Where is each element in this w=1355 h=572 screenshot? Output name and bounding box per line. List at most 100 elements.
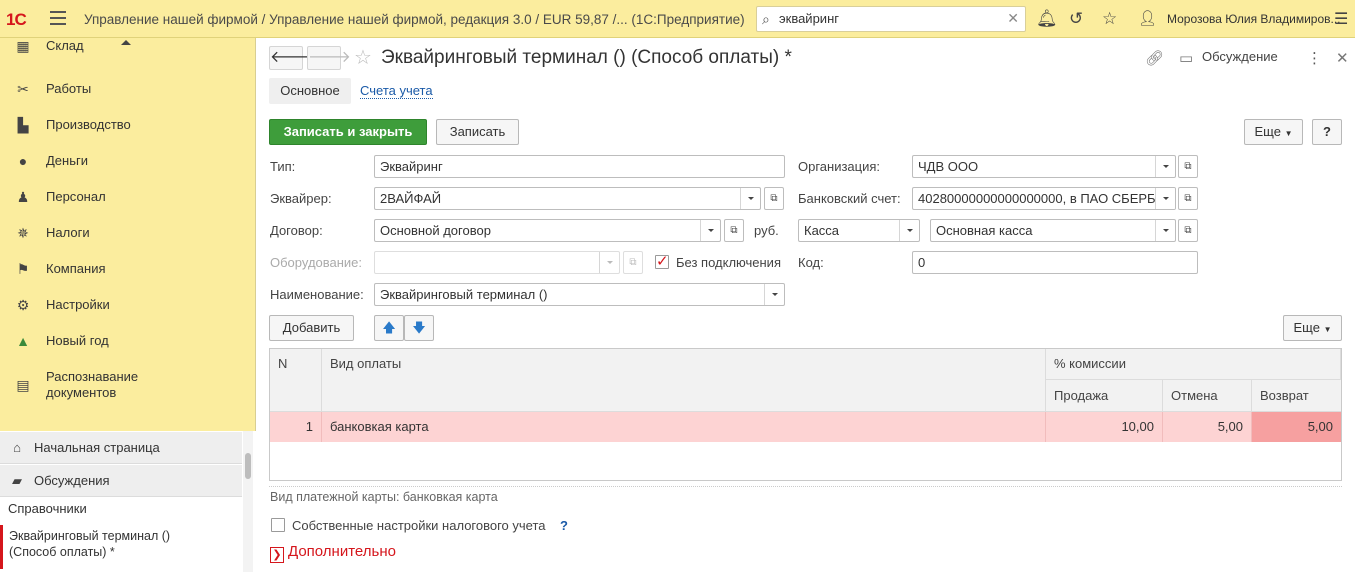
organization-dropdown-icon[interactable] bbox=[1155, 156, 1175, 177]
acquirer-dropdown-icon[interactable] bbox=[740, 188, 760, 209]
open-window-item[interactable]: Эквайринговый терминал () (Способ оплаты… bbox=[0, 525, 242, 569]
sidebar-item-production[interactable]: ▙ Производство bbox=[0, 107, 240, 143]
gear-icon: ⚙ bbox=[16, 296, 30, 313]
no-connection-checkbox[interactable] bbox=[655, 252, 669, 270]
search-box[interactable]: ⌕ ✕ bbox=[756, 6, 1026, 32]
cell-n[interactable]: 1 bbox=[270, 412, 322, 442]
close-icon[interactable]: ✕ bbox=[1336, 49, 1349, 67]
back-button[interactable]: 🡐 bbox=[269, 46, 313, 70]
cash-type-dropdown-icon[interactable] bbox=[899, 220, 919, 241]
sidebar-item-money[interactable]: ● Деньги bbox=[0, 143, 240, 179]
type-field[interactable]: Эквайринг bbox=[374, 155, 785, 178]
bank-account-open-button[interactable]: ⧉ bbox=[1178, 187, 1198, 210]
scroll-thumb[interactable] bbox=[245, 453, 251, 479]
contract-dropdown-icon[interactable] bbox=[700, 220, 720, 241]
people-icon: ♟ bbox=[16, 188, 30, 205]
no-connection-label[interactable]: Без подключения bbox=[676, 255, 781, 270]
name-dropdown-icon[interactable] bbox=[764, 284, 784, 305]
sidebar-item-recognition[interactable]: ▤ Распознавание документов bbox=[0, 365, 240, 405]
bank-account-field[interactable]: 40280000000000000000, в ПАО СБЕРБАНК bbox=[912, 187, 1176, 210]
column-header-n[interactable]: N bbox=[270, 349, 322, 412]
sidebar-item-works[interactable]: ✂ Работы bbox=[0, 71, 240, 107]
save-button[interactable]: Записать bbox=[436, 119, 519, 145]
favorite-star-icon[interactable]: ☆ bbox=[354, 45, 372, 70]
currency-label: руб. bbox=[754, 223, 779, 238]
app-title: Управление нашей фирмой / Управление наш… bbox=[84, 12, 745, 27]
tab-accounts[interactable]: Счета учета bbox=[360, 84, 433, 99]
additional-section-toggle[interactable]: ❯ Дополнительно bbox=[270, 543, 396, 563]
help-button[interactable]: ? bbox=[1312, 119, 1342, 145]
sidebar-item-taxes[interactable]: ✵ Налоги bbox=[0, 215, 240, 251]
name-field[interactable]: Эквайринговый терминал () bbox=[374, 283, 785, 306]
equipment-open-button: ⧉ bbox=[623, 251, 643, 274]
cell-payment-type[interactable]: банковкая карта bbox=[322, 412, 1046, 442]
organization-open-button[interactable]: ⧉ bbox=[1178, 155, 1198, 178]
settings-menu-icon[interactable]: ☰ bbox=[1334, 9, 1348, 29]
more-button[interactable]: Еще ▼ bbox=[1244, 119, 1303, 145]
own-tax-settings-checkbox[interactable] bbox=[271, 518, 285, 532]
sidebar-item-new-year[interactable]: ▲ Новый год bbox=[0, 323, 240, 359]
column-header-refund[interactable]: Возврат bbox=[1252, 380, 1341, 412]
sidebar-item-warehouse[interactable]: ▦ Склад bbox=[0, 38, 240, 64]
cash-desk-field[interactable]: Основная касса bbox=[930, 219, 1176, 242]
tab-main[interactable]: Основное bbox=[269, 78, 351, 104]
table-more-button[interactable]: Еще ▼ bbox=[1283, 315, 1342, 341]
code-field[interactable]: 0 bbox=[912, 251, 1198, 274]
user-icon[interactable]: 👤︎ bbox=[1138, 9, 1157, 27]
acquirer-field[interactable]: 2ВАЙФАЙ bbox=[374, 187, 761, 210]
more-actions-icon[interactable]: ⋮ bbox=[1307, 49, 1322, 67]
column-header-cancel[interactable]: Отмена bbox=[1163, 380, 1252, 412]
menu-icon[interactable] bbox=[50, 11, 66, 25]
chevron-right-icon: ❯ bbox=[270, 547, 284, 563]
column-header-commission[interactable]: % комиссии bbox=[1046, 349, 1341, 380]
cell-refund[interactable]: 5,00 bbox=[1252, 412, 1341, 442]
own-tax-settings-label[interactable]: Собственные настройки налогового учета bbox=[292, 518, 546, 533]
nav-scrollbar[interactable] bbox=[243, 431, 253, 572]
cash-desk-dropdown-icon[interactable] bbox=[1155, 220, 1175, 241]
sidebar-item-settings[interactable]: ⚙ Настройки bbox=[0, 287, 240, 323]
discussion-icon[interactable]: ▭ bbox=[1179, 49, 1193, 67]
bank-account-dropdown-icon[interactable] bbox=[1155, 188, 1175, 209]
flag-icon: ⚑ bbox=[16, 260, 30, 277]
move-down-button[interactable]: 🡇 bbox=[404, 315, 434, 341]
forward-button[interactable]: 🡒 bbox=[307, 46, 351, 70]
favorites-icon[interactable]: ☆ bbox=[1102, 9, 1117, 29]
contract-field[interactable]: Основной договор bbox=[374, 219, 721, 242]
emblem-icon: ✵ bbox=[17, 224, 29, 241]
type-label: Тип: bbox=[270, 159, 296, 174]
cell-cancel[interactable]: 5,00 bbox=[1163, 412, 1252, 442]
cash-desk-open-button[interactable]: ⧉ bbox=[1178, 219, 1198, 242]
table-row[interactable]: 1 банковкая карта 10,00 5,00 5,00 bbox=[270, 412, 1341, 442]
references-label[interactable]: Справочники bbox=[8, 501, 87, 516]
cash-type-field[interactable]: Касса bbox=[798, 219, 920, 242]
organization-field[interactable]: ЧДВ ООО bbox=[912, 155, 1176, 178]
home-icon: ⌂ bbox=[13, 440, 21, 455]
save-close-button[interactable]: Записать и закрыть bbox=[269, 119, 427, 145]
nav-discussions[interactable]: ▰ Обсуждения bbox=[0, 465, 242, 497]
history-icon[interactable]: ↺ bbox=[1069, 9, 1083, 29]
nav-home[interactable]: ⌂ Начальная страница bbox=[0, 432, 242, 464]
add-row-button[interactable]: Добавить bbox=[269, 315, 354, 341]
bell-icon[interactable]: 🔔︎ bbox=[1036, 9, 1058, 29]
equipment-label: Оборудование: bbox=[270, 255, 363, 270]
move-up-button[interactable]: 🡅 bbox=[374, 315, 404, 341]
user-name[interactable]: Морозова Юлия Владимиров... bbox=[1167, 12, 1341, 26]
cell-sale[interactable]: 10,00 bbox=[1046, 412, 1163, 442]
sidebar-item-company[interactable]: ⚑ Компания bbox=[0, 251, 240, 287]
clear-search-icon[interactable]: ✕ bbox=[1007, 10, 1019, 27]
open-window-label: Эквайринговый терминал () (Способ оплаты… bbox=[9, 529, 171, 559]
search-input[interactable] bbox=[779, 11, 999, 26]
column-header-sale[interactable]: Продажа bbox=[1046, 380, 1163, 412]
tax-help-icon[interactable]: ? bbox=[560, 518, 568, 533]
column-header-payment-type[interactable]: Вид оплаты bbox=[322, 349, 1046, 412]
sidebar-item-personnel[interactable]: ♟ Персонал bbox=[0, 179, 240, 215]
name-label: Наименование: bbox=[270, 287, 364, 302]
app-logo[interactable]: 1С bbox=[6, 10, 27, 30]
link-icon[interactable]: 🔗︎ bbox=[1145, 49, 1164, 67]
payment-types-table[interactable]: N Вид оплаты % комиссии Продажа Отмена В… bbox=[269, 348, 1342, 481]
bank-account-label: Банковский счет: bbox=[798, 191, 901, 206]
scroll-up-icon[interactable] bbox=[121, 40, 131, 45]
acquirer-open-button[interactable]: ⧉ bbox=[764, 187, 784, 210]
contract-open-button[interactable]: ⧉ bbox=[724, 219, 744, 242]
discussion-link[interactable]: Обсуждение bbox=[1202, 49, 1278, 64]
